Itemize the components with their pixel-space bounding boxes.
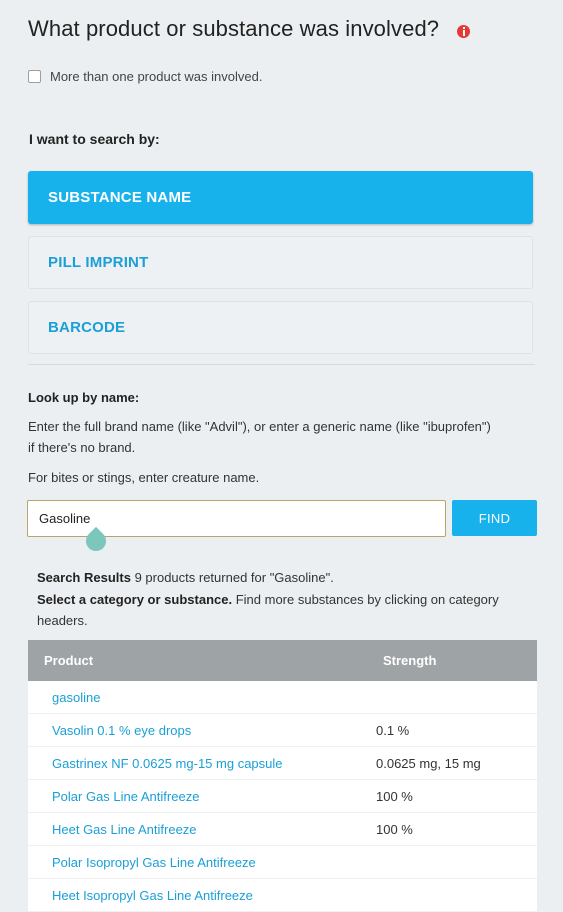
bites-note: For bites or stings, enter creature name… bbox=[28, 470, 260, 485]
table-row[interactable]: Heet Gas Line Antifreeze 100 % bbox=[28, 813, 537, 846]
product-strength: 100 % bbox=[376, 821, 413, 837]
lookup-label: Look up by name: bbox=[28, 390, 140, 405]
table-header[interactable]: Product Strength bbox=[28, 640, 537, 681]
multi-product-checkbox[interactable] bbox=[28, 70, 41, 83]
poison-control-form: What product or substance was involved? … bbox=[0, 0, 563, 912]
table-row[interactable]: Heet Isopropyl Gas Line Antifreeze bbox=[28, 879, 537, 912]
results-count-text: 9 products returned for "Gasoline". bbox=[134, 570, 334, 585]
table-row[interactable]: gasoline bbox=[28, 681, 537, 714]
divider bbox=[28, 364, 535, 365]
results-hint: Select a category or substance. Find mor… bbox=[37, 589, 527, 631]
select-heading: Select a category or substance. bbox=[37, 592, 233, 607]
product-link[interactable]: Polar Gas Line Antifreeze bbox=[28, 789, 376, 804]
search-option-barcode[interactable]: BARCODE bbox=[28, 301, 533, 354]
product-link[interactable]: Vasolin 0.1 % eye drops bbox=[28, 723, 376, 738]
product-link[interactable]: Heet Gas Line Antifreeze bbox=[28, 822, 376, 837]
results-summary: Search Results 9 products returned for "… bbox=[37, 567, 527, 588]
product-link[interactable]: gasoline bbox=[28, 690, 376, 705]
search-by-label: I want to search by: bbox=[29, 131, 160, 147]
lookup-instructions: Enter the full brand name (like "Advil")… bbox=[28, 419, 491, 455]
info-icon[interactable] bbox=[457, 24, 471, 38]
product-strength: 100 % bbox=[376, 788, 413, 804]
table-row[interactable]: Vasolin 0.1 % eye drops 0.1 % bbox=[28, 714, 537, 747]
column-header-strength[interactable]: Strength bbox=[383, 653, 537, 668]
results-heading: Search Results bbox=[37, 570, 131, 585]
product-strength: 0.0625 mg, 15 mg bbox=[376, 755, 481, 771]
results-table: Product Strength gasoline Vasolin 0.1 % … bbox=[28, 640, 537, 912]
title-row: What product or substance was involved? bbox=[28, 16, 471, 42]
search-option-pill-imprint[interactable]: PILL IMPRINT bbox=[28, 236, 533, 289]
table-row[interactable]: Gastrinex NF 0.0625 mg-15 mg capsule 0.0… bbox=[28, 747, 537, 780]
page-title: What product or substance was involved? bbox=[28, 16, 440, 41]
table-row[interactable]: Polar Gas Line Antifreeze 100 % bbox=[28, 780, 537, 813]
multi-product-label: More than one product was involved. bbox=[50, 69, 263, 84]
product-link[interactable]: Heet Isopropyl Gas Line Antifreeze bbox=[28, 888, 376, 903]
product-link[interactable]: Polar Isopropyl Gas Line Antifreeze bbox=[28, 855, 376, 870]
table-row[interactable]: Polar Isopropyl Gas Line Antifreeze bbox=[28, 846, 537, 879]
product-link[interactable]: Gastrinex NF 0.0625 mg-15 mg capsule bbox=[28, 756, 376, 771]
product-strength: 0.1 % bbox=[376, 722, 410, 738]
find-button[interactable]: FIND bbox=[452, 500, 537, 536]
multi-product-option[interactable]: More than one product was involved. bbox=[28, 69, 262, 84]
search-option-substance-name[interactable]: SUBSTANCE NAME bbox=[28, 171, 533, 224]
column-header-product[interactable]: Product bbox=[28, 653, 383, 668]
